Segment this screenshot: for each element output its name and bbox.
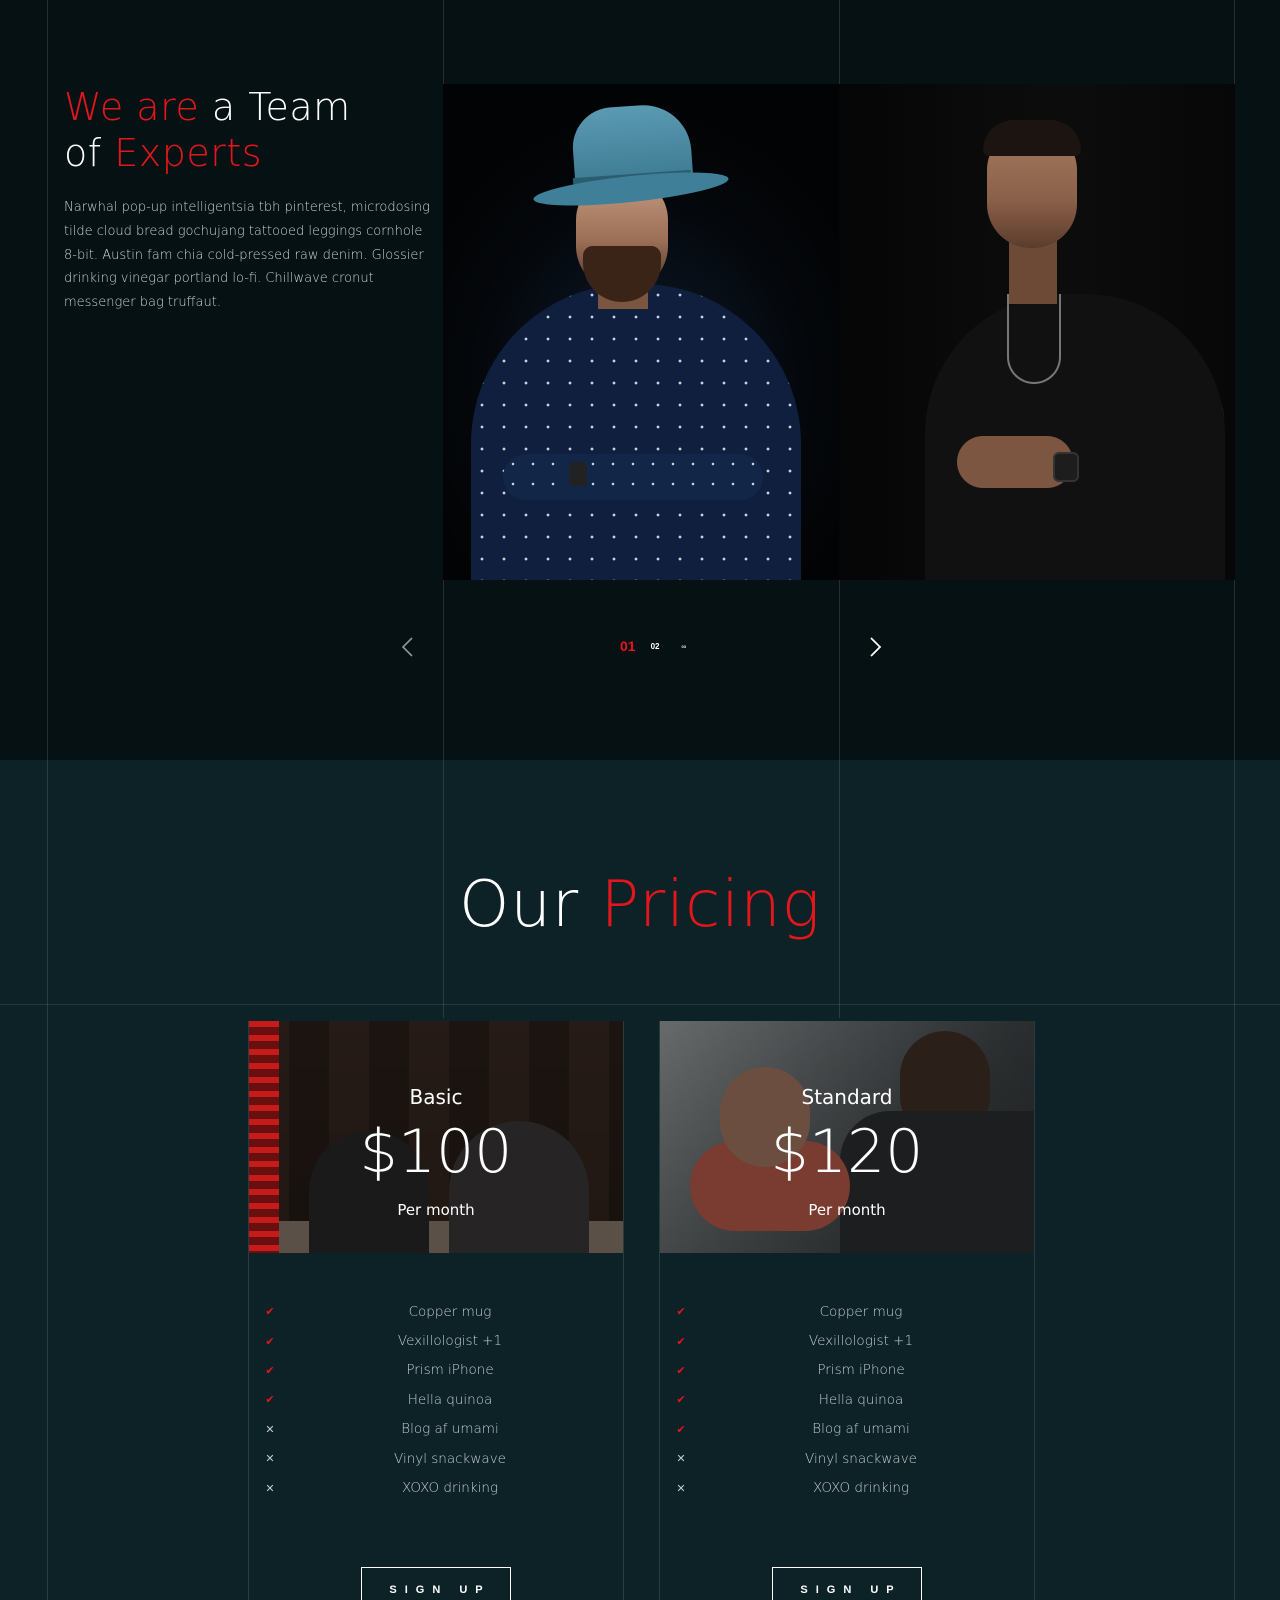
feature-label: XOXO drinking (401, 1480, 499, 1497)
feature-item: ✔ Blog af umami (660, 1415, 1034, 1444)
team-title-accent-1: We are (64, 85, 200, 129)
feature-label: Vexillologist +1 (808, 1333, 914, 1350)
slider-prev-button[interactable] (398, 636, 420, 658)
pricing-card-standard: Standard $120 Per month ✔ Copper mug ✔ Vex… (659, 1021, 1035, 1600)
cross-icon: ✕ (265, 1481, 275, 1495)
slider-page-1[interactable]: 01 (620, 638, 636, 654)
team-section: We are a Team of Experts Narwhal pop-up i… (0, 0, 1280, 760)
sign-up-button-basic[interactable]: SIGN UP (361, 1567, 511, 1600)
pricing-title-plain: Our (458, 868, 601, 942)
chevron-left-icon (401, 637, 413, 657)
grid-line (47, 0, 48, 760)
slider-next-button[interactable] (864, 636, 886, 658)
photo-tshirt (925, 294, 1225, 580)
feature-item: ✕ XOXO drinking (660, 1473, 1034, 1502)
slider-pagination: 01 02 03 (620, 636, 686, 656)
check-icon: ✔ (676, 1305, 686, 1319)
pricing-section: Our Pricing Basic $100 Per month ✔ Copper… (0, 760, 1280, 1600)
check-icon: ✔ (265, 1363, 275, 1377)
cross-icon: ✕ (676, 1481, 686, 1495)
photo-watch (1053, 452, 1079, 482)
plan-period: Per month (808, 1201, 886, 1219)
cross-icon: ✕ (265, 1422, 275, 1436)
feature-item: ✔ Hella quinoa (660, 1385, 1034, 1414)
photo-hair (983, 120, 1081, 156)
plan-name: Basic (409, 1085, 463, 1109)
feature-label: Copper mug (408, 1303, 492, 1320)
photo-necklace (1007, 294, 1061, 384)
feature-label: Prism iPhone (406, 1362, 494, 1379)
photo-watch (569, 462, 587, 486)
slider-page-3[interactable]: 03 (681, 644, 685, 649)
grid-line-horizontal (0, 1004, 1280, 1005)
team-title-accent-2: Experts (114, 131, 263, 175)
sign-up-button-standard[interactable]: SIGN UP (772, 1567, 922, 1600)
feature-item: ✔ Vexillologist +1 (249, 1326, 623, 1355)
check-icon: ✔ (676, 1334, 686, 1348)
feature-list: ✔ Copper mug ✔ Vexillologist +1 ✔ Prism iPh… (249, 1297, 623, 1503)
feature-label: Prism iPhone (817, 1362, 905, 1379)
plan-name: Standard (801, 1085, 893, 1109)
feature-item: ✕ Vinyl snackwave (249, 1444, 623, 1473)
feature-item: ✕ Vinyl snackwave (660, 1444, 1034, 1473)
feature-label: Vinyl snackwave (805, 1450, 917, 1467)
feature-item: ✔ Vexillologist +1 (660, 1326, 1034, 1355)
team-title-plain-2: of (64, 131, 115, 175)
photo-shirt (471, 284, 801, 580)
check-icon: ✔ (676, 1363, 686, 1377)
check-icon: ✔ (265, 1305, 275, 1319)
feature-item: ✔ Prism iPhone (660, 1356, 1034, 1385)
feature-label: Hella quinoa (407, 1391, 493, 1408)
feature-label: Vexillologist +1 (397, 1333, 503, 1350)
plan-price: $100 (359, 1117, 513, 1187)
pricing-card-header: Standard $120 Per month (660, 1021, 1034, 1253)
check-icon: ✔ (676, 1422, 686, 1436)
slider-page-2[interactable]: 02 (651, 642, 660, 651)
check-icon: ✔ (265, 1393, 275, 1407)
photo-arms (503, 454, 763, 500)
team-title-plain-1: a Team (199, 85, 351, 129)
feature-label: Copper mug (819, 1303, 903, 1320)
pricing-title: Our Pricing (0, 868, 1280, 942)
feature-label: Hella quinoa (818, 1391, 904, 1408)
check-icon: ✔ (676, 1393, 686, 1407)
cross-icon: ✕ (265, 1452, 275, 1466)
feature-label: Vinyl snackwave (394, 1450, 506, 1467)
pricing-card-header: Basic $100 Per month (249, 1021, 623, 1253)
check-icon: ✔ (265, 1334, 275, 1348)
pricing-card-basic: Basic $100 Per month ✔ Copper mug ✔ Vexill… (248, 1021, 624, 1600)
team-member-photo-2 (839, 84, 1235, 580)
team-title: We are a Team of Experts (64, 84, 351, 176)
team-member-photo-1 (443, 84, 839, 580)
plan-price: $120 (770, 1117, 924, 1187)
feature-item: ✔ Prism iPhone (249, 1356, 623, 1385)
feature-label: XOXO drinking (812, 1480, 910, 1497)
feature-list: ✔ Copper mug ✔ Vexillologist +1 ✔ Prism iPh… (660, 1297, 1034, 1503)
cross-icon: ✕ (676, 1452, 686, 1466)
plan-period: Per month (397, 1201, 475, 1219)
feature-item: ✔ Hella quinoa (249, 1385, 623, 1414)
feature-item: ✔ Copper mug (249, 1297, 623, 1326)
feature-label: Blog af umami (401, 1421, 499, 1438)
feature-item: ✕ XOXO drinking (249, 1473, 623, 1502)
feature-item: ✔ Copper mug (660, 1297, 1034, 1326)
pricing-title-accent: Pricing (600, 868, 822, 942)
feature-item: ✕ Blog af umami (249, 1415, 623, 1444)
chevron-right-icon (870, 637, 882, 657)
feature-label: Blog af umami (812, 1421, 910, 1438)
team-description: Narwhal pop-up intelligentsia tbh pinter… (64, 200, 430, 311)
